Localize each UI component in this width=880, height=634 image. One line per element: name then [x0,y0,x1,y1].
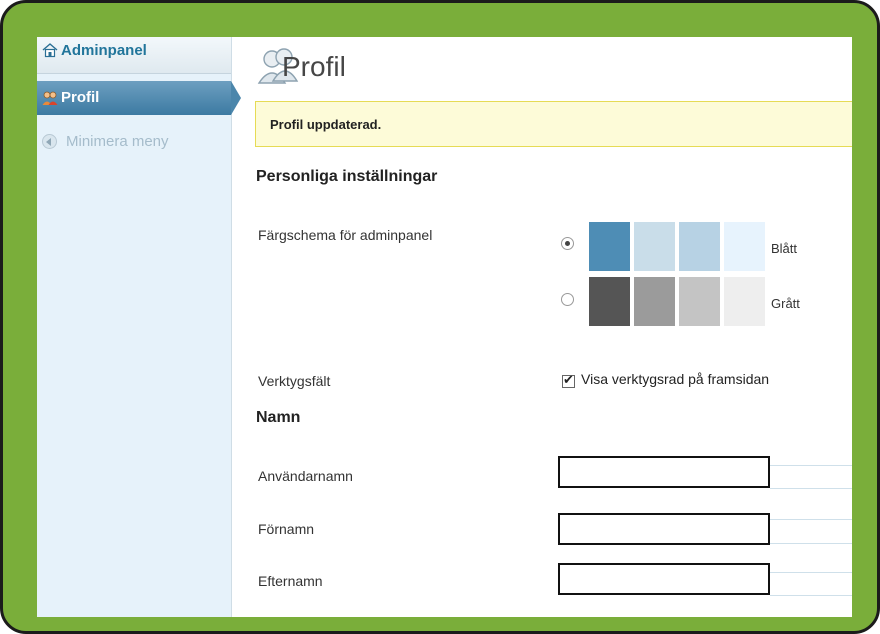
active-indicator-arrow [231,81,241,115]
home-icon [42,43,58,58]
toolbar-checkbox-label: Visa verktygsrad på framsidan [581,371,770,387]
swatch [724,277,765,326]
collapse-arrow-icon [42,134,57,149]
section-heading-personal: Personliga inställningar [256,168,438,185]
collapse-menu-label: Minimera meny [66,133,169,150]
sidebar-item-adminpanel[interactable]: Adminpanel [37,37,231,74]
section-heading-name: Namn [256,409,301,426]
swatch [679,277,720,326]
sidebar-item-profil[interactable]: Profil [37,81,241,115]
scheme-radio-blue[interactable] [561,237,574,250]
swatch [634,277,675,326]
scheme-name-gray: Grått [771,296,800,311]
page-title: Profil [282,51,346,83]
page-title-text: Profil [282,51,346,82]
toolbar-label: Verktygsfält [258,373,331,389]
swatch [589,277,630,326]
field-label-lastname: Efternamn [258,573,323,589]
swatch [634,222,675,271]
swatch [589,222,630,271]
admin-sidebar: Adminpanel Profil Minimera meny [37,37,241,617]
swatch [679,222,720,271]
field-label-firstname: Förnamn [258,521,315,537]
notice-text: Profil uppdaterad. [270,117,382,132]
input-divider [770,543,852,544]
sidebar-item-label: Profil [61,89,100,106]
input-divider [770,572,852,573]
device-frame: Adminpanel Profil Minimera meny Profil P… [0,0,880,634]
sidebar-item-label: Adminpanel [61,42,147,59]
users-icon [42,91,58,105]
color-scheme-label: Färgschema för adminpanel [258,227,433,243]
toolbar-checkbox[interactable] [562,372,575,388]
input-divider [770,465,852,466]
scheme-name-blue: Blått [771,241,798,256]
swatch [724,222,765,271]
update-notice: Profil uppdaterad. [255,101,852,147]
username-input[interactable] [558,456,770,488]
admin-screen: Adminpanel Profil Minimera meny Profil P… [37,37,852,617]
field-label-username: Användarnamn [258,468,353,484]
input-divider [770,595,852,596]
lastname-input[interactable] [558,563,770,595]
input-divider [770,488,852,489]
scheme-radio-gray[interactable] [561,293,574,306]
firstname-input[interactable] [558,513,770,545]
input-divider [770,519,852,520]
